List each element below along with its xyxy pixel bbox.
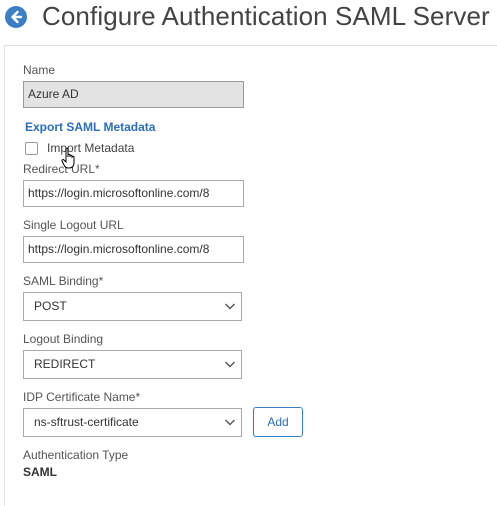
back-button[interactable] <box>5 6 27 28</box>
page-header: Configure Authentication SAML Server <box>0 0 497 36</box>
authentication-type-label: Authentication Type <box>23 448 129 462</box>
logout-binding-label: Logout Binding <box>23 332 104 346</box>
authentication-type-value: SAML <box>23 465 57 479</box>
export-saml-metadata-link[interactable]: Export SAML Metadata <box>25 120 155 134</box>
hand-pointer-cursor-icon <box>61 147 75 169</box>
add-certificate-button[interactable]: Add <box>253 407 303 437</box>
chevron-down-icon <box>225 419 235 426</box>
arrow-left-circle-icon <box>11 10 23 24</box>
saml-binding-label: SAML Binding* <box>23 274 104 288</box>
name-field[interactable] <box>23 81 244 108</box>
saml-binding-select[interactable]: POST <box>23 292 242 321</box>
idp-certificate-value: ns-sftrust-certificate <box>34 415 139 429</box>
saml-binding-value: POST <box>34 299 67 313</box>
single-logout-url-label: Single Logout URL <box>23 218 124 232</box>
idp-certificate-select[interactable]: ns-sftrust-certificate <box>23 408 242 437</box>
chevron-down-icon <box>225 303 235 310</box>
idp-certificate-label: IDP Certificate Name* <box>23 390 141 404</box>
single-logout-url-field[interactable] <box>23 236 244 263</box>
chevron-down-icon <box>225 361 235 368</box>
logout-binding-value: REDIRECT <box>34 357 96 371</box>
import-metadata-checkbox[interactable] <box>25 142 38 155</box>
page-title: Configure Authentication SAML Server <box>42 1 490 31</box>
logout-binding-select[interactable]: REDIRECT <box>23 350 242 379</box>
name-label: Name <box>23 63 56 77</box>
redirect-url-field[interactable] <box>23 180 244 207</box>
